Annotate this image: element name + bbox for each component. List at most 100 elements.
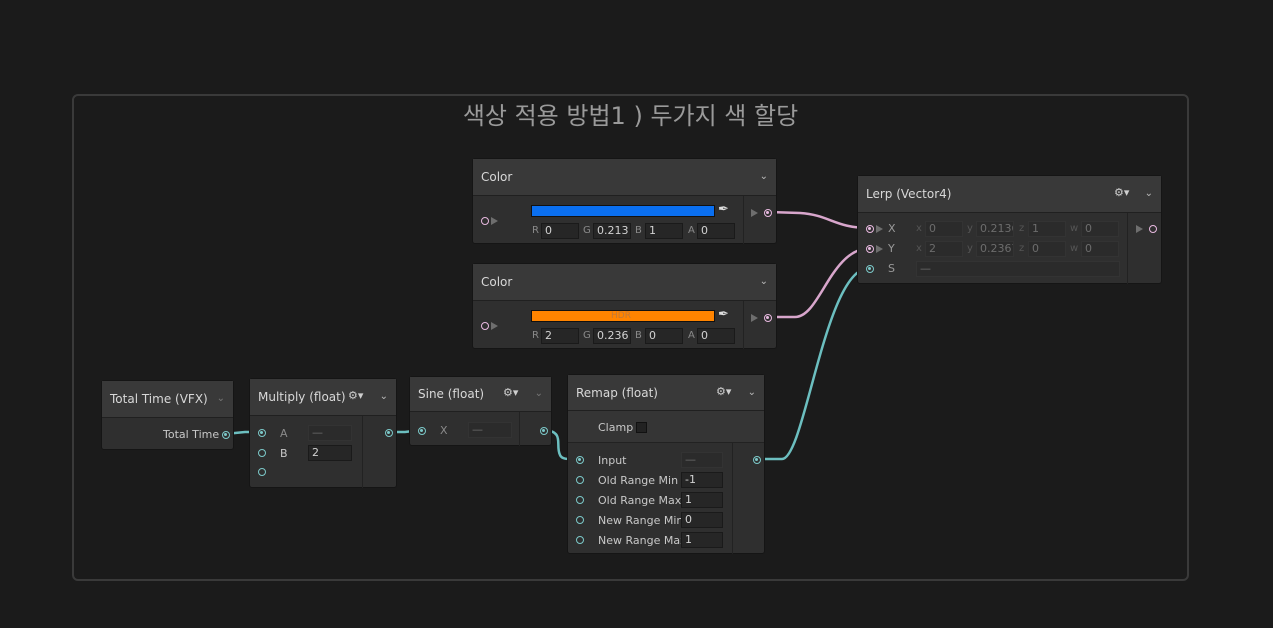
expand-arrow-icon[interactable] [751, 209, 758, 217]
g-field[interactable]: 0.213 [593, 223, 631, 239]
x-comp-label: x [916, 243, 922, 254]
chevron-down-icon[interactable]: ⌄ [380, 391, 388, 402]
input-port-x[interactable] [866, 225, 874, 233]
output-port[interactable] [764, 314, 772, 322]
node-header[interactable]: Multiply (float) ⚙▾ ⌄ [250, 379, 396, 416]
output-port[interactable] [1149, 225, 1157, 233]
g-label: G [583, 225, 591, 236]
divider [743, 301, 744, 349]
x-row-z[interactable]: 1 [1028, 221, 1066, 237]
gear-icon[interactable]: ⚙▾ [1114, 186, 1129, 199]
y-row-z[interactable]: 0 [1028, 241, 1066, 257]
input-port-new-min[interactable] [576, 516, 584, 524]
node-header[interactable]: Color ⌄ [473, 159, 776, 196]
node-title: Lerp (Vector4) [866, 187, 952, 201]
multiply-node[interactable]: Multiply (float) ⚙▾ ⌄ A — B 2 [249, 378, 397, 488]
output-port[interactable] [385, 429, 393, 437]
x-row-w[interactable]: 0 [1081, 221, 1119, 237]
chevron-down-icon[interactable]: ⌄ [748, 387, 756, 398]
expand-arrow-icon[interactable] [876, 245, 883, 253]
gear-icon[interactable]: ⚙▾ [503, 386, 518, 399]
b-field[interactable]: 0 [645, 328, 683, 344]
chevron-down-icon[interactable]: ⌄ [217, 393, 225, 404]
divider [1127, 213, 1128, 284]
gear-icon[interactable]: ⚙▾ [716, 385, 731, 398]
total-time-node[interactable]: Total Time (VFX) ⌄ Total Time [101, 380, 234, 450]
remap-node[interactable]: Remap (float) ⚙▾ ⌄ Clamp Input — Old Ran… [567, 374, 765, 554]
lerp-node[interactable]: Lerp (Vector4) ⚙▾ ⌄ X x 0 y 0.2136 z 1 w… [857, 175, 1162, 284]
node-header[interactable]: Color ⌄ [473, 264, 776, 301]
new-range-min-label: New Range Min [598, 514, 684, 527]
x-row-y[interactable]: 0.2136 [976, 221, 1014, 237]
x-label: X [888, 222, 896, 235]
expand-arrow-icon[interactable] [751, 314, 758, 322]
expand-arrow-icon[interactable] [1136, 225, 1143, 233]
node-header[interactable]: Remap (float) ⚙▾ ⌄ [568, 375, 764, 411]
y-row-x[interactable]: 2 [925, 241, 963, 257]
a-field[interactable]: — [308, 425, 352, 441]
x-row-x[interactable]: 0 [925, 221, 963, 237]
x-label: X [440, 424, 448, 437]
gear-icon[interactable]: ⚙▾ [348, 389, 363, 402]
divider [362, 416, 363, 488]
b-label: B [635, 225, 642, 236]
old-range-min-field[interactable]: -1 [681, 472, 723, 488]
b-field[interactable]: 2 [308, 445, 352, 461]
r-field[interactable]: 2 [541, 328, 579, 344]
input-port-new-max[interactable] [576, 536, 584, 544]
input-port-old-min[interactable] [576, 476, 584, 484]
x-comp-label: x [916, 223, 922, 234]
x-field[interactable]: — [468, 422, 512, 438]
expand-arrow-icon[interactable] [491, 322, 498, 330]
y-row-y[interactable]: 0.2367 [976, 241, 1014, 257]
node-header[interactable]: Total Time (VFX) ⌄ [102, 381, 233, 418]
color-node-1[interactable]: Color ⌄ ✒ R 0 G 0.213 B 1 A 0 [472, 158, 777, 244]
r-field[interactable]: 0 [541, 223, 579, 239]
old-range-max-field[interactable]: 1 [681, 492, 723, 508]
chevron-down-icon[interactable]: ⌄ [760, 171, 768, 182]
expand-arrow-icon[interactable] [491, 217, 498, 225]
y-row-w[interactable]: 0 [1081, 241, 1119, 257]
input-field[interactable]: — [681, 452, 723, 468]
add-input-port[interactable] [258, 468, 266, 476]
divider [732, 442, 733, 554]
color-swatch[interactable] [531, 205, 715, 217]
g-field[interactable]: 0.236 [593, 328, 631, 344]
y-comp-label: y [967, 243, 973, 254]
new-range-min-field[interactable]: 0 [681, 512, 723, 528]
input-port[interactable] [481, 217, 489, 225]
output-port[interactable] [753, 456, 761, 464]
chevron-down-icon[interactable]: ⌄ [1145, 188, 1153, 199]
node-header[interactable]: Sine (float) ⚙▾ ⌄ [410, 377, 551, 412]
input-port-y[interactable] [866, 245, 874, 253]
color-node-2[interactable]: Color ⌄ HDR ✒ R 2 G 0.236 B 0 A 0 [472, 263, 777, 349]
node-title: Sine (float) [418, 387, 485, 401]
input-port-input[interactable] [576, 456, 584, 464]
group-title[interactable]: 색상 적용 방법1 ) 두가지 색 할당 [74, 96, 1187, 131]
input-port-x[interactable] [418, 427, 426, 435]
eyedropper-icon[interactable]: ✒ [718, 202, 729, 217]
a-field[interactable]: 0 [697, 223, 735, 239]
output-port[interactable] [540, 427, 548, 435]
input-port[interactable] [481, 322, 489, 330]
chevron-down-icon[interactable]: ⌄ [535, 388, 543, 399]
clamp-checkbox[interactable] [636, 422, 647, 433]
input-port-old-max[interactable] [576, 496, 584, 504]
sine-node[interactable]: Sine (float) ⚙▾ ⌄ X — [409, 376, 552, 446]
s-field[interactable]: — [916, 261, 1120, 277]
b-field[interactable]: 1 [645, 223, 683, 239]
eyedropper-icon[interactable]: ✒ [718, 307, 729, 322]
input-port-s[interactable] [866, 265, 874, 273]
output-port[interactable] [764, 209, 772, 217]
input-port-a[interactable] [258, 429, 266, 437]
divider [743, 196, 744, 244]
expand-arrow-icon[interactable] [876, 225, 883, 233]
chevron-down-icon[interactable]: ⌄ [760, 276, 768, 287]
output-port[interactable] [222, 431, 230, 439]
new-range-max-field[interactable]: 1 [681, 532, 723, 548]
node-header[interactable]: Lerp (Vector4) ⚙▾ ⌄ [858, 176, 1161, 213]
input-port-b[interactable] [258, 449, 266, 457]
a-field[interactable]: 0 [697, 328, 735, 344]
node-title: Remap (float) [576, 386, 658, 400]
r-label: R [532, 330, 539, 341]
